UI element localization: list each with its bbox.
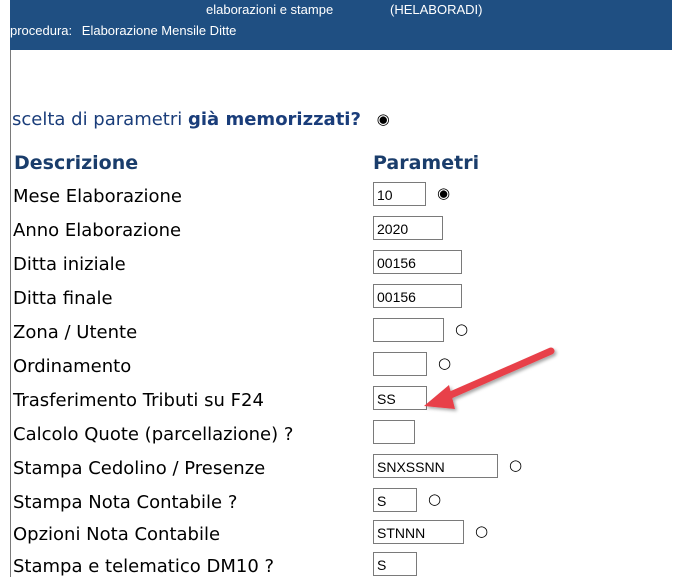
annotation-arrow-icon — [424, 347, 555, 409]
